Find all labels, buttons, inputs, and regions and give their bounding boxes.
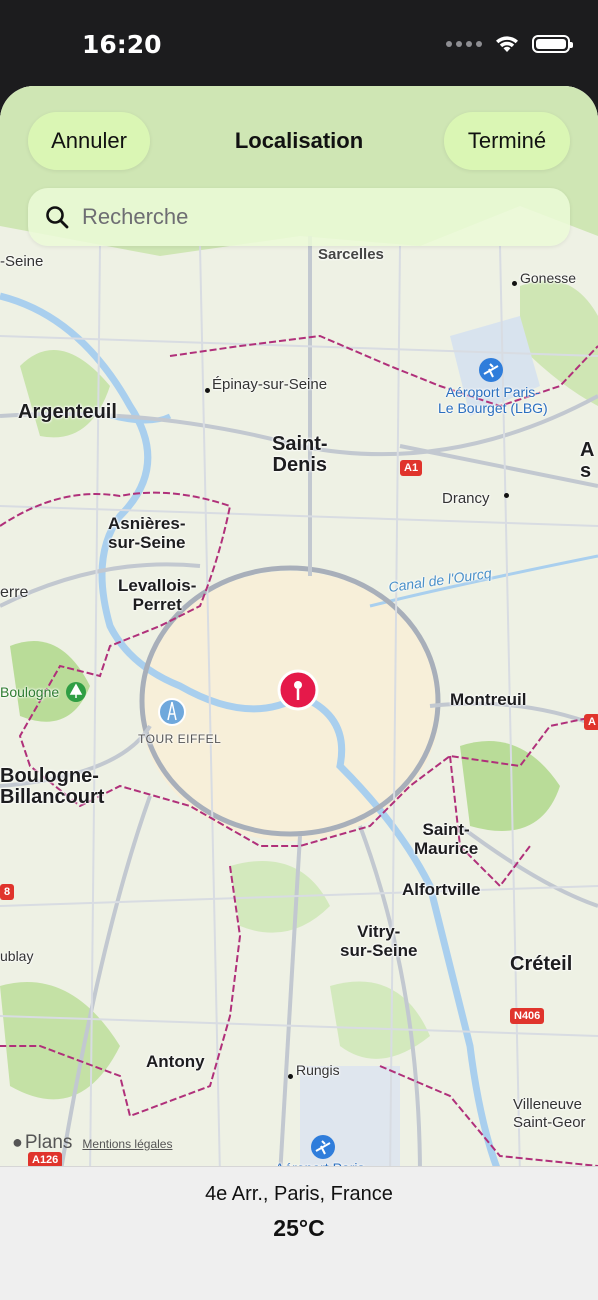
map-dot-drancy xyxy=(504,493,509,498)
done-button[interactable]: Terminé xyxy=(444,112,570,170)
map-label-antony: Antony xyxy=(146,1052,205,1071)
map-label-villeneuve: Villeneuve Saint-Geor xyxy=(513,1096,586,1131)
map-label-creteil: Créteil xyxy=(510,953,573,975)
search-input[interactable] xyxy=(80,203,554,231)
map-label-asnieres: Asnières- sur-Seine xyxy=(108,514,186,552)
map-view[interactable]: -Seine Sarcelles Gonesse Épinay-sur-Sein… xyxy=(0,86,598,1176)
map-label-tour-eiffel: TOUR EIFFEL xyxy=(138,732,222,746)
map-dot-epinay xyxy=(205,388,210,393)
map-label-epinay: Épinay-sur-Seine xyxy=(212,376,328,393)
road-shield-n406: N406 xyxy=(510,1008,545,1024)
map-label-levallois: Levallois- Perret xyxy=(118,576,197,614)
road-shield-a-east: A xyxy=(584,714,598,730)
cellular-dots-icon xyxy=(446,41,482,47)
map-label-alfortville: Alfortville xyxy=(402,880,481,899)
map-label-rungis: Rungis xyxy=(296,1062,340,1078)
map-label-sarcelles: Sarcelles xyxy=(318,246,384,263)
map-label-argenteuil: Argenteuil xyxy=(18,401,117,423)
search-bar[interactable] xyxy=(28,188,570,246)
map-label-airport-le-bourget: Aéroport Paris- Le Bourget (LBG) xyxy=(438,384,548,416)
map-label-erre: erre xyxy=(0,584,29,601)
map-dot-gonesse xyxy=(512,281,517,286)
map-canvas xyxy=(0,86,598,1176)
map-label-vitry: Vitry- sur-Seine xyxy=(340,922,418,960)
map-label-bois-boulogne: Boulogne xyxy=(0,684,60,700)
map-label-montreuil: Montreuil xyxy=(450,690,527,709)
map-label-gonesse: Gonesse xyxy=(520,270,577,286)
battery-icon xyxy=(532,35,573,53)
map-attribution: ● Plans Mentions légales xyxy=(12,1132,172,1154)
status-time: 16:20 xyxy=(82,30,162,59)
location-text: 4e Arr., Paris, France xyxy=(205,1183,393,1205)
apple-logo-icon: ● xyxy=(12,1132,23,1152)
status-bar: 16:20 xyxy=(0,0,598,86)
road-shield-west: 8 xyxy=(0,884,15,900)
map-label-east-edge: A s xyxy=(580,439,595,482)
map-label-ublay: ublay xyxy=(0,948,34,964)
location-footer: 4e Arr., Paris, France 25°C xyxy=(0,1166,598,1300)
legal-notices-link[interactable]: Mentions légales xyxy=(82,1137,172,1151)
map-dot-rungis xyxy=(288,1074,293,1079)
map-label-seine: -Seine xyxy=(0,253,44,270)
map-label-saint-denis: Saint- Denis xyxy=(272,433,328,476)
location-pin-icon xyxy=(277,669,319,711)
maps-brand: Plans xyxy=(24,1132,73,1153)
wifi-icon xyxy=(496,36,518,52)
map-label-boulogne-billancourt: Boulogne- Billancourt xyxy=(0,765,105,808)
search-icon xyxy=(46,206,69,229)
temperature-text: 25°C xyxy=(273,1215,325,1241)
map-label-drancy: Drancy xyxy=(442,490,490,507)
status-icons xyxy=(446,34,573,54)
map-label-saint-maurice: Saint- Maurice xyxy=(414,820,479,858)
location-sheet: -Seine Sarcelles Gonesse Épinay-sur-Sein… xyxy=(0,86,598,1300)
road-shield-a1: A1 xyxy=(400,460,423,476)
